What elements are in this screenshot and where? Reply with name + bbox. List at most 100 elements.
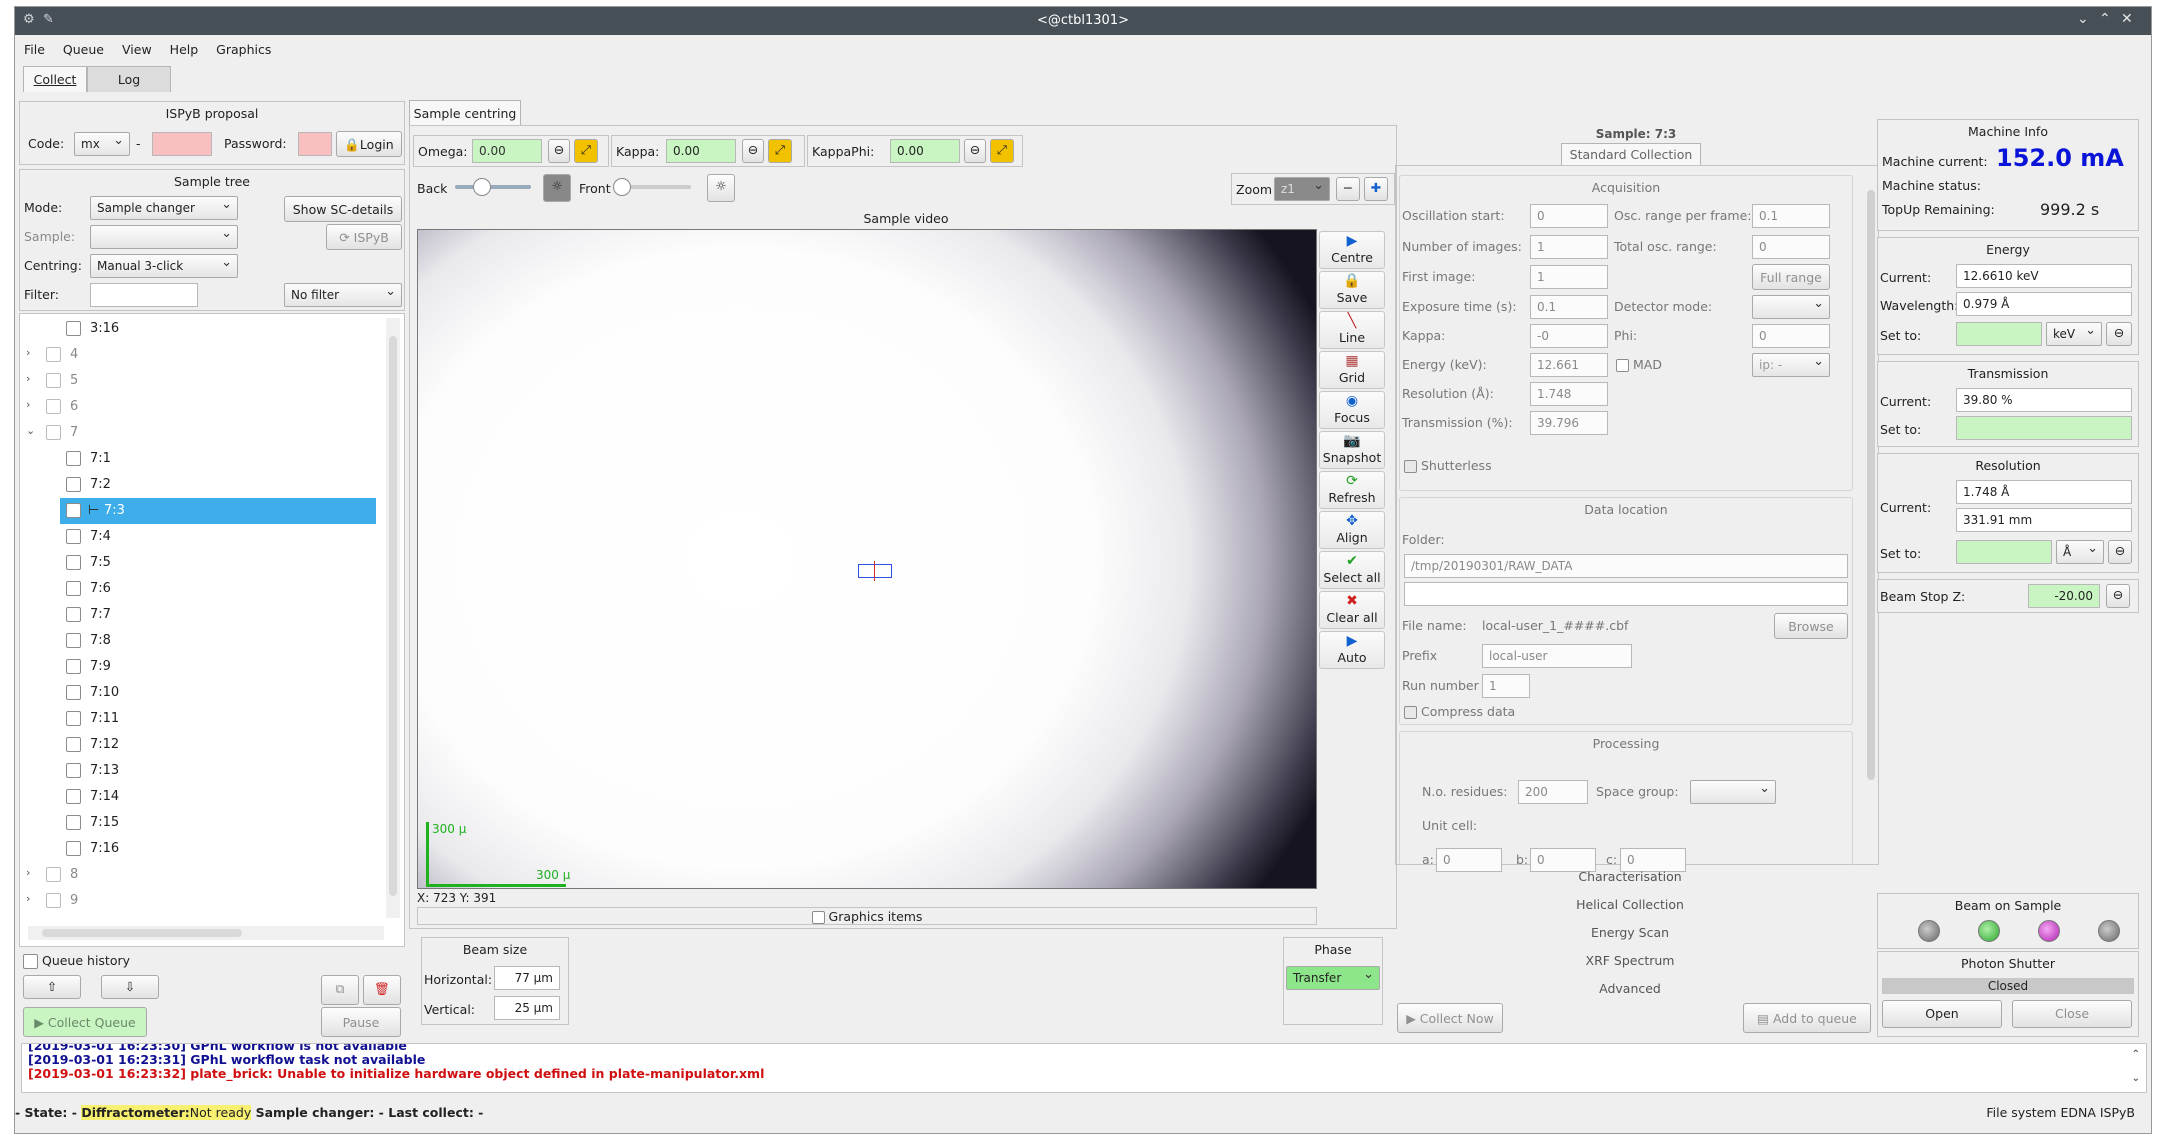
collect-queue-button[interactable]: ▶ Collect Queue [23, 1007, 147, 1037]
auto-button[interactable]: ▶ Auto [1319, 631, 1385, 669]
phase-select[interactable]: Transfer [1286, 966, 1380, 990]
kappa-spinbox[interactable]: 0.00 [666, 139, 736, 163]
acq-kappa-input[interactable]: -0 [1530, 324, 1608, 348]
tree-item-checkbox[interactable] [66, 451, 81, 466]
tree-item-checkbox[interactable] [46, 373, 61, 388]
exposure-input[interactable]: 0.1 [1530, 295, 1608, 319]
ispyb-button[interactable]: ⟳ ISPyB [326, 224, 402, 250]
subfolder-input[interactable] [1404, 582, 1848, 606]
minimize-icon[interactable]: ⌄ [2077, 11, 2089, 27]
tree-item[interactable]: 7:11 [20, 706, 380, 732]
tree-item[interactable]: 7:6 [20, 576, 380, 602]
resolution-input[interactable]: 1.748 [1530, 382, 1608, 406]
maximize-icon[interactable]: ⌃ [2099, 11, 2111, 27]
transmission-input[interactable]: 39.796 [1530, 411, 1608, 435]
tab-standard-collection[interactable]: Standard Collection [1561, 143, 1701, 165]
tree-item-checkbox[interactable] [66, 633, 81, 648]
sample-select[interactable] [90, 225, 238, 249]
tree-item[interactable]: ⌄ 7 [20, 420, 380, 446]
tree-item-checkbox[interactable] [66, 321, 81, 336]
tree-item-checkbox[interactable] [66, 711, 81, 726]
kappaphi-move-button[interactable]: ⤢ [990, 139, 1014, 163]
compress-data-checkbox[interactable]: Compress data [1404, 704, 1515, 719]
tree-item[interactable]: 7:13 [20, 758, 380, 784]
detector-mode-select[interactable] [1752, 295, 1830, 319]
tree-item[interactable]: 7:9 [20, 654, 380, 680]
tree-item-checkbox[interactable] [66, 841, 81, 856]
tree-item[interactable]: 7:4 [20, 524, 380, 550]
tree-item-checkbox[interactable] [66, 581, 81, 596]
section-advanced[interactable]: Advanced [1395, 977, 1865, 1001]
tree-item-checkbox[interactable] [66, 477, 81, 492]
filter-select[interactable]: No filter [284, 283, 402, 307]
tree-item[interactable]: 7:8 [20, 628, 380, 654]
resolution-set-input[interactable] [1956, 540, 2052, 564]
tree-item[interactable]: › 9 [20, 888, 380, 914]
tree-item-checkbox[interactable] [46, 867, 61, 882]
beamstop-stop-button[interactable]: ⊖ [2106, 584, 2130, 608]
omega-stop-button[interactable]: ⊖ [548, 139, 570, 163]
login-button[interactable]: 🔒Login [336, 131, 402, 157]
menu-queue[interactable]: Queue [54, 37, 113, 57]
focus-button[interactable]: ◉ Focus [1319, 391, 1385, 429]
proposal-number-input[interactable] [152, 132, 212, 156]
tree-item-checkbox[interactable] [66, 555, 81, 570]
tree-item-checkbox[interactable] [66, 815, 81, 830]
collapse-arrow-icon[interactable]: ⌄ [26, 424, 35, 437]
osc-start-input[interactable]: 0 [1530, 204, 1608, 228]
shutter-close-button[interactable]: Close [2012, 1000, 2132, 1028]
tree-item[interactable]: › 6 [20, 394, 380, 420]
tree-horizontal-scrollbar[interactable] [28, 926, 384, 940]
full-range-button[interactable]: Full range [1752, 264, 1830, 290]
tree-item[interactable]: ⊢ 7:3 [20, 498, 380, 524]
num-images-input[interactable]: 1 [1530, 235, 1608, 259]
omega-spinbox[interactable]: 0.00 [472, 139, 542, 163]
tree-item[interactable]: 7:15 [20, 810, 380, 836]
shutterless-checkbox[interactable]: Shutterless [1404, 458, 1492, 473]
mad-checkbox[interactable]: MAD [1616, 357, 1662, 372]
tree-item-checkbox[interactable] [66, 607, 81, 622]
queue-history-checkbox[interactable]: Queue history [23, 953, 130, 969]
tree-item-checkbox[interactable] [46, 893, 61, 908]
zoom-select[interactable]: z1 [1274, 177, 1330, 201]
log-scroll-up-icon[interactable]: ⌃ [2132, 1048, 2140, 1062]
energy-unit-select[interactable]: keV [2046, 322, 2102, 346]
collect-now-button[interactable]: ▶ Collect Now [1397, 1003, 1503, 1033]
tab-sample-centring[interactable]: Sample centring [409, 100, 521, 126]
close-icon[interactable]: ✕ [2121, 11, 2133, 27]
expand-arrow-icon[interactable]: › [26, 398, 30, 411]
delete-button[interactable]: 🗑 [363, 975, 401, 1005]
expand-arrow-icon[interactable]: › [26, 346, 30, 359]
tree-item-checkbox[interactable] [66, 529, 81, 544]
tree-hscroll-handle[interactable] [42, 929, 242, 937]
parameters-scrollbar[interactable] [1866, 180, 1876, 860]
total-osc-input[interactable]: 0 [1752, 235, 1830, 259]
section-energy-scan[interactable]: Energy Scan [1395, 921, 1865, 945]
tree-item[interactable]: 3:16 [20, 316, 380, 342]
tree-scroll-handle[interactable] [389, 336, 397, 896]
section-characterisation[interactable]: Characterisation [1395, 865, 1865, 889]
graphics-items-toggle[interactable]: Graphics items [417, 907, 1317, 925]
kappa-stop-button[interactable]: ⊖ [742, 139, 764, 163]
expand-arrow-icon[interactable]: › [26, 866, 30, 879]
sample-tree-list[interactable]: 3:16 › 4 › 5 › 6 ⌄ 7 7:1 7:2 ⊢ 7:3 7:4 7:5 7:6 7:7 7:8 7:9… [19, 313, 405, 947]
select-all-button[interactable]: ✔ Select all [1319, 551, 1385, 589]
front-light-toggle[interactable]: ☼ [707, 174, 735, 202]
expand-arrow-icon[interactable]: › [26, 892, 30, 905]
centring-select[interactable]: Manual 3-click [90, 254, 238, 278]
zoom-in-button[interactable]: ✚ [1364, 177, 1388, 201]
tree-item[interactable]: › 4 [20, 342, 380, 368]
kappaphi-stop-button[interactable]: ⊖ [964, 139, 986, 163]
tree-item-checkbox[interactable] [66, 685, 81, 700]
energy-kev-input[interactable]: 12.661 [1530, 353, 1608, 377]
save-button[interactable]: 🔒 Save [1319, 271, 1385, 309]
menu-file[interactable]: File [15, 37, 54, 57]
tree-item[interactable]: 7:16 [20, 836, 380, 862]
transmission-set-input[interactable] [1956, 416, 2132, 440]
section-xrf-spectrum[interactable]: XRF Spectrum [1395, 949, 1865, 973]
tree-item-checkbox[interactable] [66, 503, 81, 518]
mad-energy-select[interactable]: ip: - [1752, 353, 1830, 377]
parameters-scroll-handle[interactable] [1867, 190, 1875, 780]
tree-item[interactable]: 7:14 [20, 784, 380, 810]
first-image-input[interactable]: 1 [1530, 265, 1608, 289]
